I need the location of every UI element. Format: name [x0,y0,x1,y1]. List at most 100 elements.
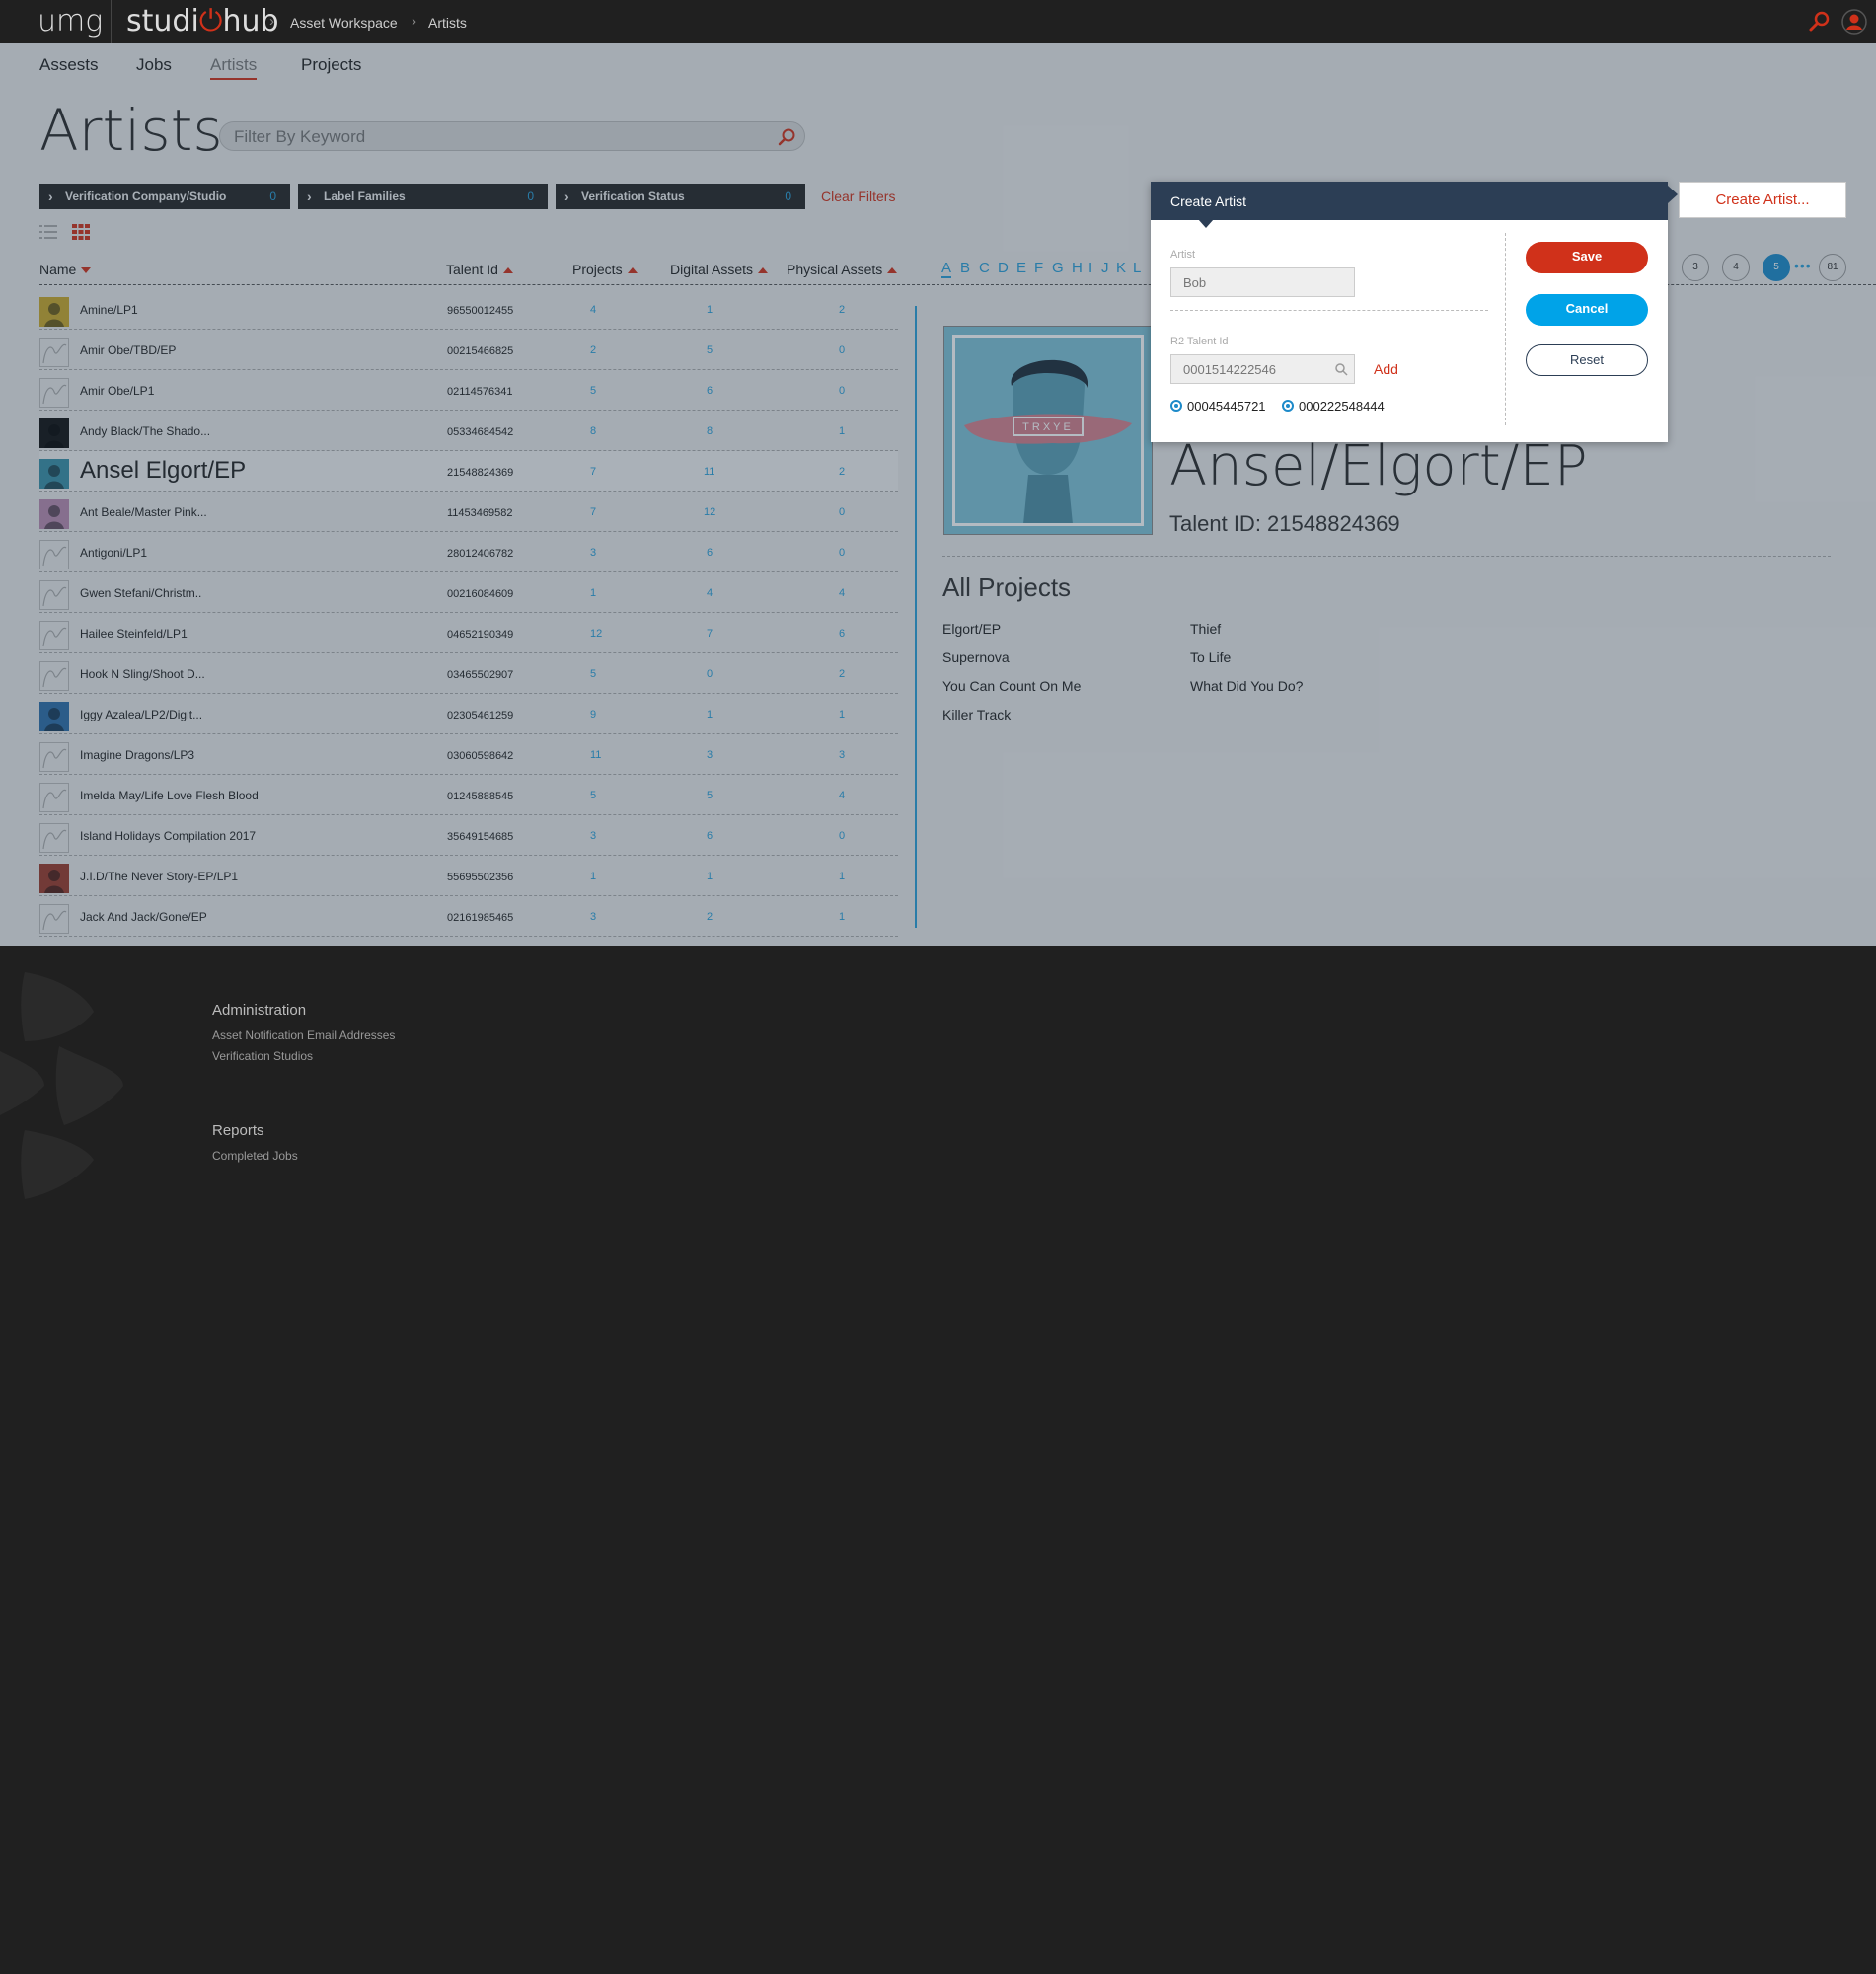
physical-assets-count[interactable]: 2 [839,304,845,316]
search-input[interactable] [234,127,747,147]
physical-assets-count[interactable]: 0 [839,385,845,397]
physical-assets-count[interactable]: 0 [839,830,845,842]
footer-link-completed-jobs[interactable]: Completed Jobs [212,1149,298,1163]
add-talent-id-button[interactable]: Add [1374,361,1398,377]
table-row[interactable]: Amir Obe/TBD/EP 00215466825 2 5 0 [39,330,898,370]
table-row[interactable]: Island Holidays Compilation 2017 35649154… [39,815,898,856]
table-row[interactable]: Iggy Azalea/LP2/Digit... 02305461259 9 1 1 [39,694,898,734]
physical-assets-count[interactable]: 2 [839,668,845,680]
filter-label-families[interactable]: › Label Families 0 [298,184,548,209]
digital-assets-count[interactable]: 0 [707,668,713,680]
alphabet-letter-d[interactable]: D [998,260,1009,276]
projects-count[interactable]: 3 [590,830,596,842]
alphabet-letter-a[interactable]: A [941,260,952,278]
artist-name-field[interactable] [1170,267,1355,297]
table-row[interactable]: Ant Beale/Master Pink... 11453469582 7 12 0 [39,492,898,532]
create-artist-button[interactable]: Create Artist... [1679,182,1846,218]
alphabet-letter-j[interactable]: J [1101,260,1109,276]
breadcrumb-artists[interactable]: Artists [428,15,467,31]
physical-assets-count[interactable]: 1 [839,425,845,437]
digital-assets-count[interactable]: 5 [707,790,713,801]
cancel-button[interactable]: Cancel [1526,294,1648,326]
tab-artists[interactable]: Artists [210,55,258,80]
physical-assets-count[interactable]: 2 [839,466,845,478]
digital-assets-count[interactable]: 12 [704,506,715,518]
user-avatar-icon[interactable] [1841,9,1867,35]
projects-count[interactable]: 7 [590,466,596,478]
physical-assets-count[interactable]: 1 [839,911,845,923]
projects-count[interactable]: 12 [590,628,602,640]
page-3-button[interactable]: 3 [1682,254,1709,281]
projects-count[interactable]: 11 [590,749,601,761]
projects-count[interactable]: 1 [590,871,596,882]
filter-verification-status[interactable]: › Verification Status 0 [556,184,805,209]
breadcrumb-asset-workspace[interactable]: Asset Workspace [290,15,398,31]
alphabet-letter-g[interactable]: G [1052,260,1064,276]
alphabet-letter-l[interactable]: L [1133,260,1141,276]
column-header-name[interactable]: Name [39,262,92,277]
projects-count[interactable]: 9 [590,709,596,721]
page-4-button[interactable]: 4 [1722,254,1750,281]
physical-assets-count[interactable]: 1 [839,871,845,882]
projects-count[interactable]: 5 [590,790,596,801]
table-row[interactable]: Gwen Stefani/Christm.. 00216084609 1 4 4 [39,572,898,613]
talent-id-chip[interactable]: 000222548444 [1282,399,1385,414]
project-link[interactable]: Thief [1190,621,1221,637]
digital-assets-count[interactable]: 2 [707,911,713,923]
talent-id-chip[interactable]: 00045445721 [1170,399,1266,414]
projects-count[interactable]: 2 [590,344,596,356]
filter-search[interactable] [219,121,805,151]
digital-assets-count[interactable]: 4 [707,587,713,599]
physical-assets-count[interactable]: 0 [839,547,845,559]
physical-assets-count[interactable]: 0 [839,506,845,518]
physical-assets-count[interactable]: 3 [839,749,845,761]
remove-chip-icon[interactable] [1170,400,1182,412]
digital-assets-count[interactable]: 8 [707,425,713,437]
project-link[interactable]: Elgort/EP [942,621,1001,637]
grid-view-icon[interactable] [72,224,90,240]
tab-projects[interactable]: Projects [301,55,361,75]
digital-assets-count[interactable]: 1 [707,709,713,721]
physical-assets-count[interactable]: 0 [839,344,845,356]
projects-count[interactable]: 8 [590,425,596,437]
digital-assets-count[interactable]: 6 [707,547,713,559]
save-button[interactable]: Save [1526,242,1648,273]
project-link[interactable]: Supernova [942,649,1010,665]
tab-jobs[interactable]: Jobs [136,55,172,75]
project-link[interactable]: To Life [1190,649,1231,665]
search-icon[interactable] [777,127,796,147]
table-row[interactable]: Hook N Sling/Shoot D... 03465502907 5 0 2 [39,653,898,694]
digital-assets-count[interactable]: 1 [707,871,713,882]
table-row[interactable]: Ansel Elgort/EP 21548824369 7 11 2 [39,451,898,492]
projects-count[interactable]: 4 [590,304,596,316]
talent-id-field[interactable] [1170,354,1355,384]
project-link[interactable]: What Did You Do? [1190,678,1303,694]
digital-assets-count[interactable]: 6 [707,385,713,397]
table-row[interactable]: Amine/LP1 96550012455 4 1 2 [39,289,898,330]
projects-count[interactable]: 3 [590,911,596,923]
page-5-button[interactable]: 5 [1763,254,1790,281]
alphabet-letter-k[interactable]: K [1116,260,1126,276]
column-header-projects[interactable]: Projects [572,262,638,277]
projects-count[interactable]: 7 [590,506,596,518]
digital-assets-count[interactable]: 11 [704,466,714,478]
alphabet-letter-i[interactable]: I [1088,260,1092,276]
search-icon[interactable] [1334,362,1348,376]
table-row[interactable]: Jack And Jack/Gone/EP 02161985465 3 2 1 [39,896,898,937]
column-header-physical-assets[interactable]: Physical Assets [787,262,898,277]
table-row[interactable]: Imagine Dragons/LP3 03060598642 11 3 3 [39,734,898,775]
table-row[interactable]: Andy Black/The Shado... 05334684542 8 8 1 [39,411,898,451]
filter-verification-company[interactable]: › Verification Company/Studio 0 [39,184,290,209]
project-link[interactable]: You Can Count On Me [942,678,1081,694]
physical-assets-count[interactable]: 1 [839,709,845,721]
reset-button[interactable]: Reset [1526,344,1648,376]
physical-assets-count[interactable]: 4 [839,587,845,599]
column-header-talent-id[interactable]: Talent Id [446,262,513,277]
clear-filters-link[interactable]: Clear Filters [821,189,895,204]
alphabet-letter-h[interactable]: H [1072,260,1083,276]
tab-assets[interactable]: Assests [39,55,99,75]
projects-count[interactable]: 3 [590,547,596,559]
projects-count[interactable]: 5 [590,385,596,397]
projects-count[interactable]: 1 [590,587,596,599]
footer-link-verification-studios[interactable]: Verification Studios [212,1049,313,1063]
